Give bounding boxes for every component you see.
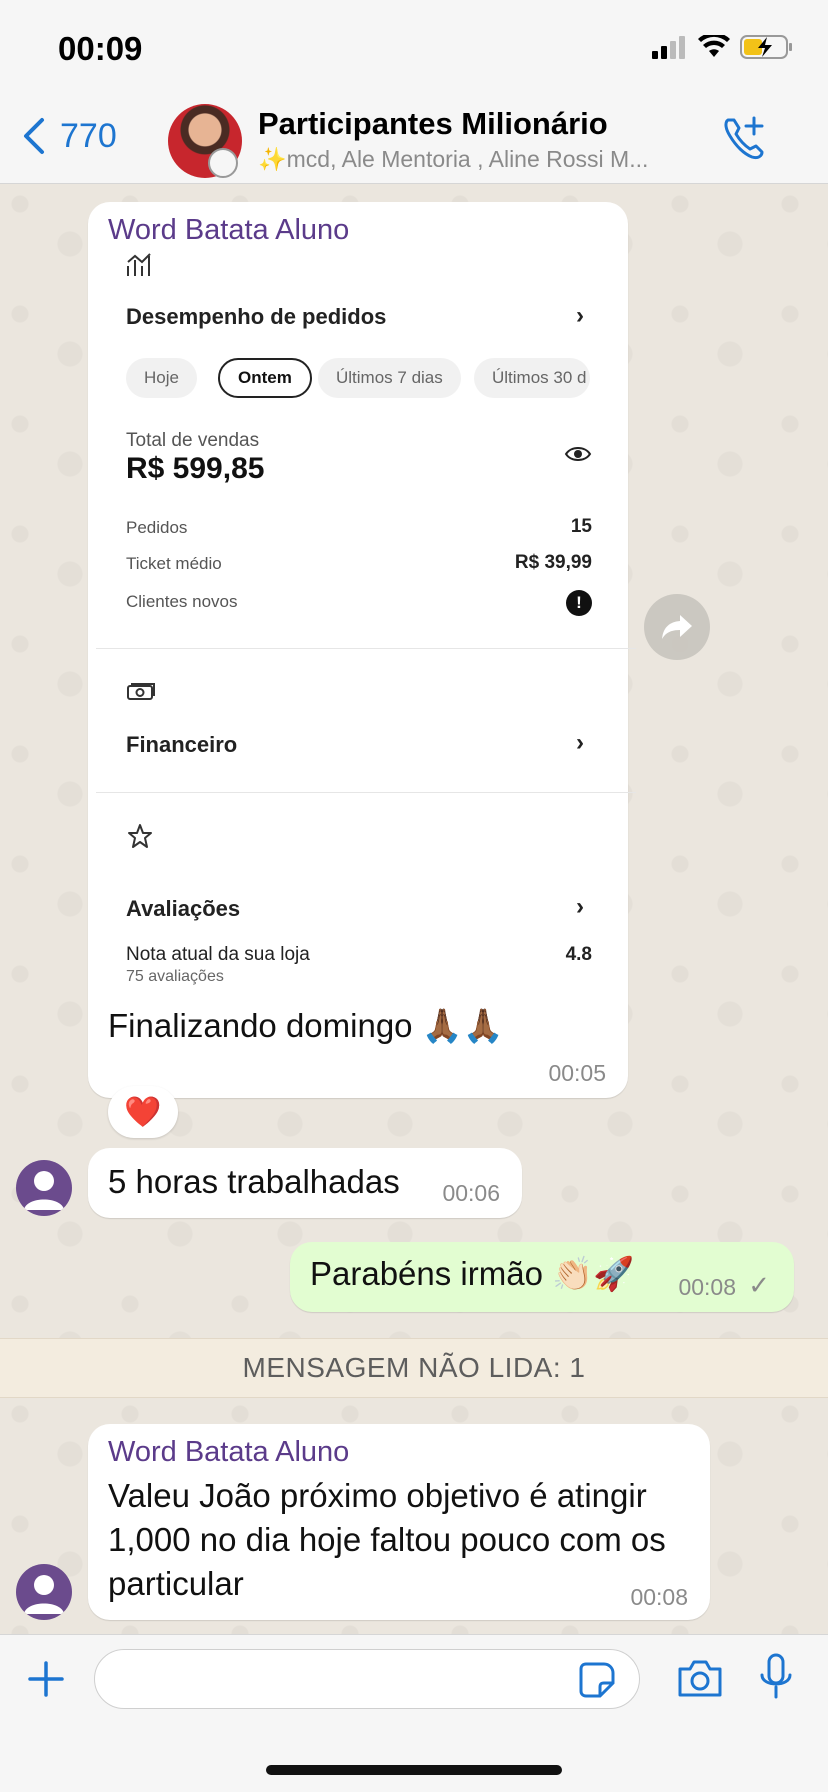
total-sales-value: R$ 599,85: [126, 452, 265, 485]
section-finance-title: Financeiro: [126, 732, 238, 757]
ticket-value: R$ 39,99: [514, 552, 592, 573]
signal-icon: [652, 36, 685, 59]
sticker-icon[interactable]: [578, 1661, 616, 1699]
filter-hoje[interactable]: Hoje: [126, 358, 197, 398]
forward-icon: [662, 615, 692, 639]
wifi-icon: [698, 35, 730, 57]
message-bubble-image[interactable]: Word Batata Aluno Desempenho de pedidos …: [88, 202, 636, 1098]
avatar[interactable]: [16, 1160, 72, 1216]
filter-ontem[interactable]: Ontem: [218, 358, 312, 398]
card-divider: [96, 792, 636, 793]
sender-name[interactable]: Word Batata Aluno: [108, 214, 349, 247]
add-call-icon: [724, 116, 764, 160]
chart-icon: [127, 253, 151, 276]
orders-value: 15: [570, 516, 592, 537]
plus-icon[interactable]: [26, 1659, 66, 1699]
new-clients-label: Clientes novos: [126, 592, 238, 611]
camera-icon[interactable]: [676, 1657, 724, 1699]
message-text: Valeu João próximo objetivo é atingir 1,…: [108, 1477, 666, 1602]
message-text: 5 horas trabalhadas: [108, 1163, 400, 1200]
message-time: 00:08: [630, 1584, 688, 1610]
status-bar: 00:09: [0, 0, 828, 96]
group-title[interactable]: Participantes Milionário: [258, 106, 608, 142]
message-time: 00:06: [442, 1180, 500, 1206]
message-text: Finalizando domingo 🙏🏾🙏🏾: [108, 1007, 504, 1044]
status-time: 00:09: [58, 30, 143, 67]
eye-icon[interactable]: [564, 444, 592, 464]
message-bubble-outgoing[interactable]: Parabéns irmão 👏🏻🚀 00:08 ✓: [290, 1242, 794, 1312]
chevron-right-icon[interactable]: ›: [576, 893, 584, 921]
forward-button[interactable]: [644, 594, 710, 660]
group-badge-icon: [208, 148, 238, 178]
default-avatar-icon: [24, 1575, 64, 1614]
total-sales-label: Total de vendas: [126, 430, 260, 451]
message-bubble[interactable]: Word Batata Aluno Valeu João próximo obj…: [88, 1424, 710, 1620]
chat-header: 770 Participantes Milionário ✨mcd, Ale M…: [0, 96, 828, 184]
alert-icon: !: [566, 590, 592, 616]
chevron-right-icon[interactable]: ›: [576, 729, 584, 757]
shared-screenshot[interactable]: Desempenho de pedidos › Hoje Ontem Últim…: [96, 252, 636, 1002]
message-input[interactable]: [94, 1649, 640, 1709]
filter-7-dias[interactable]: Últimos 7 dias: [318, 358, 461, 398]
rating-value: 4.8: [565, 944, 592, 965]
battery-charging-icon: [740, 35, 792, 59]
group-participants[interactable]: ✨mcd, Ale Mentoria , Aline Rossi M...: [258, 146, 698, 173]
message-time: 00:08: [678, 1274, 736, 1300]
star-icon: [128, 824, 152, 848]
back-button[interactable]: 770: [22, 116, 117, 156]
add-call-button[interactable]: [720, 114, 768, 167]
message-time: 00:05: [548, 1060, 606, 1086]
money-icon: [127, 683, 155, 700]
unread-count: 770: [60, 116, 117, 155]
rating-label: Nota atual da sua loja: [126, 944, 310, 965]
default-avatar-icon: [24, 1171, 64, 1210]
input-bar: [0, 1634, 828, 1792]
ticket-label: Ticket médio: [126, 554, 222, 573]
unread-banner: MENSAGEM NÃO LIDA: 1: [0, 1338, 828, 1398]
home-indicator: [266, 1765, 562, 1775]
sent-check-icon: ✓: [748, 1270, 770, 1300]
sender-name[interactable]: Word Batata Aluno: [108, 1436, 349, 1469]
rating-count: 75 avaliações: [126, 968, 224, 985]
card-divider: [96, 648, 636, 649]
chevron-right-icon[interactable]: ›: [576, 302, 584, 330]
avatar[interactable]: [16, 1564, 72, 1620]
filter-30-dias[interactable]: Últimos 30 d: [474, 358, 590, 398]
reaction-heart[interactable]: ❤️: [108, 1086, 178, 1138]
back-chevron-icon: [24, 118, 44, 154]
message-bubble[interactable]: 5 horas trabalhadas 00:06: [88, 1148, 522, 1218]
message-text: Parabéns irmão 👏🏻🚀: [310, 1255, 635, 1292]
section-performance-title: Desempenho de pedidos: [126, 304, 387, 329]
status-icons: [652, 34, 794, 60]
mic-icon[interactable]: [758, 1653, 794, 1703]
orders-label: Pedidos: [126, 518, 188, 537]
section-reviews-title: Avaliações: [126, 896, 241, 921]
